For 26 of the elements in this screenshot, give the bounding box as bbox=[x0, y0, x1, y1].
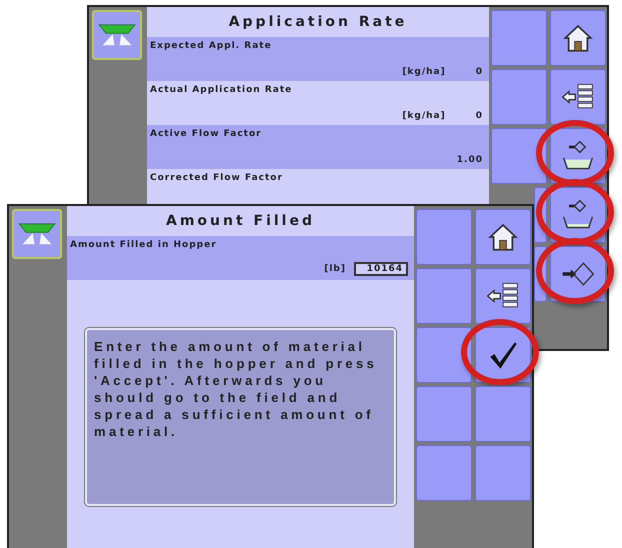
soft-key[interactable] bbox=[475, 209, 531, 265]
message-text: Enter the amount of material filled in the hopper and press 'Accept'. Afterwards you should go to the field and spread a sufficient amount of material. bbox=[94, 338, 378, 440]
data-row[interactable]: Expected Appl. Rate [kg/ha] 0 bbox=[147, 37, 489, 81]
unit-label: [kg/ha] bbox=[402, 67, 446, 77]
soft-key[interactable] bbox=[550, 69, 606, 125]
data-row[interactable]: Corrected Flow Factor bbox=[147, 169, 489, 202]
row-label: Active Flow Factor bbox=[150, 129, 263, 139]
row-label: Actual Application Rate bbox=[150, 85, 294, 95]
data-row[interactable]: Amount Filled in Hopper [lb] 10164 bbox=[67, 236, 414, 280]
data-row[interactable]: Actual Application Rate [kg/ha] 0 bbox=[147, 81, 489, 125]
row-value: 0 bbox=[476, 111, 483, 121]
row-label: Amount Filled in Hopper bbox=[70, 240, 218, 250]
screen-title: Amount Filled bbox=[164, 212, 316, 231]
unit-label: [kg/ha] bbox=[402, 111, 446, 121]
spreader-icon[interactable] bbox=[12, 209, 62, 259]
soft-key[interactable] bbox=[550, 10, 606, 66]
soft-key[interactable] bbox=[475, 268, 531, 324]
row-label: Expected Appl. Rate bbox=[150, 41, 273, 51]
spreader-icon[interactable] bbox=[92, 10, 142, 60]
row-value: 0 bbox=[476, 67, 483, 77]
unit-label: [lb] bbox=[324, 264, 346, 274]
screen-title: Application Rate bbox=[228, 13, 408, 32]
row-value: 1.00 bbox=[456, 155, 483, 165]
amount-field[interactable]: 10164 bbox=[354, 262, 408, 276]
data-row[interactable]: Active Flow Factor 1.00 bbox=[147, 125, 489, 169]
row-label: Corrected Flow Factor bbox=[150, 173, 284, 183]
